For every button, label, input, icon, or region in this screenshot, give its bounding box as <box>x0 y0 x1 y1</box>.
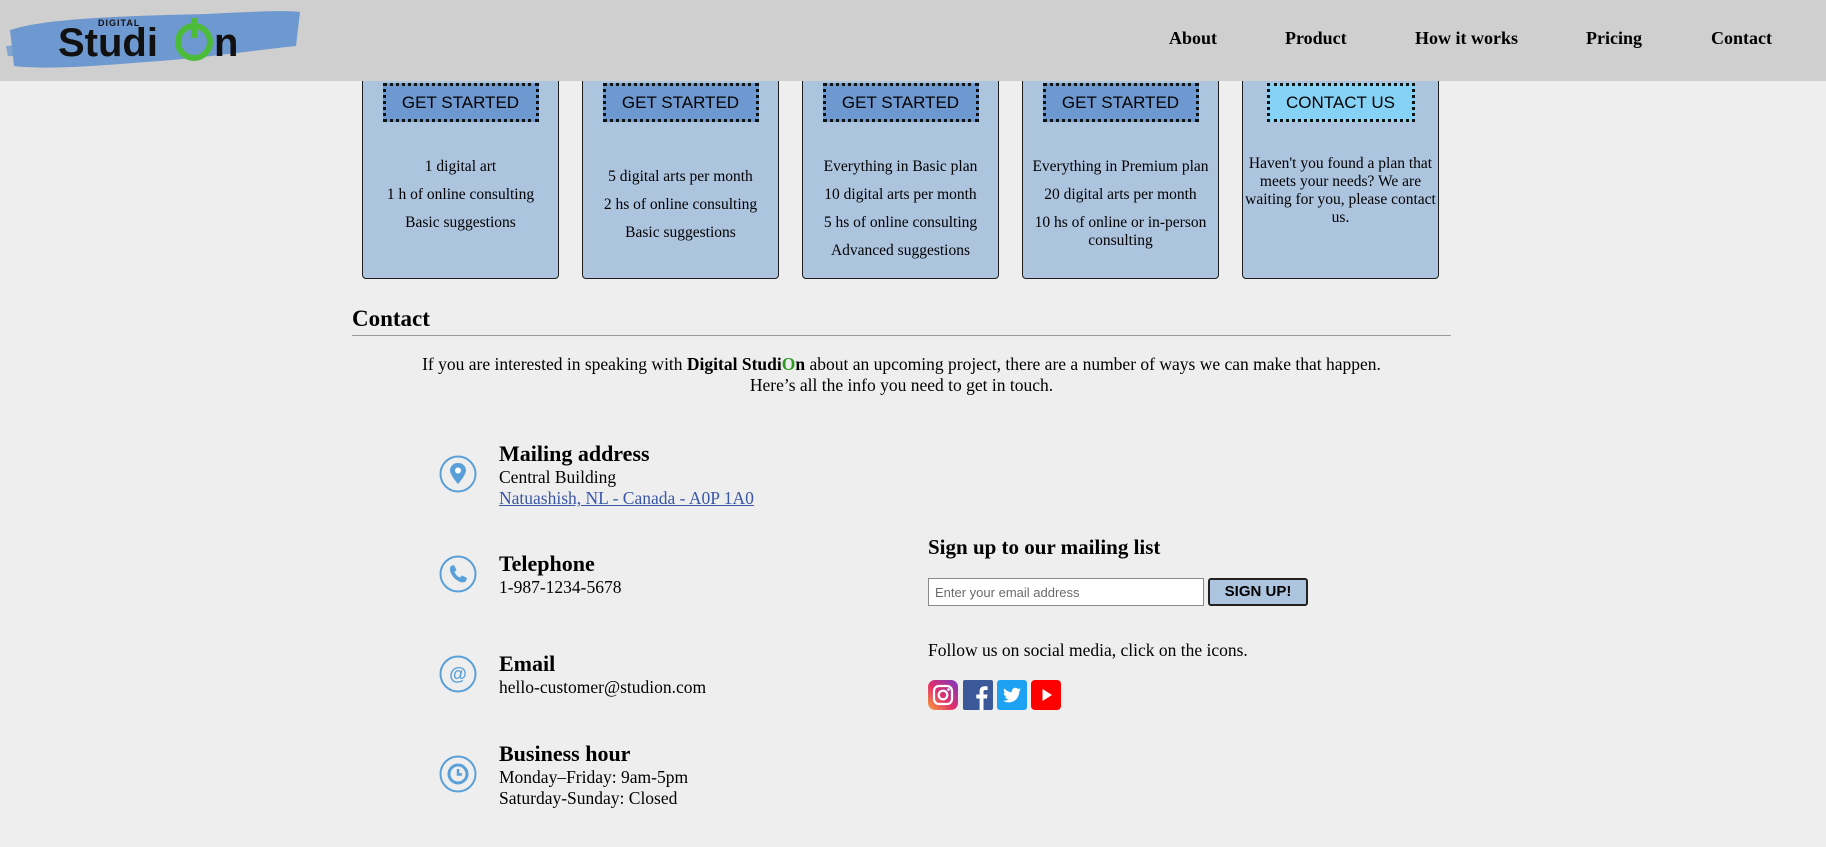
get-started-button[interactable]: GET STARTED <box>382 83 539 122</box>
business-hours-weekend: Saturday-Sunday: Closed <box>499 788 678 808</box>
telephone-heading: Telephone <box>499 551 595 576</box>
at-sign-icon: @ <box>439 655 477 693</box>
telephone-number: 1-987-1234-5678 <box>499 577 622 597</box>
main-nav: About Product How it works Pricing Conta… <box>0 0 1826 81</box>
intro-line-2: Here’s all the info you need to get in t… <box>749 375 1054 395</box>
contact-intro: If you are interested in speaking with D… <box>352 354 1451 396</box>
follow-us-text: Follow us on social media, click on the … <box>928 640 1248 660</box>
brand-o: O <box>781 354 796 374</box>
brand-name-end: n <box>795 354 806 374</box>
section-divider <box>352 335 1451 336</box>
twitter-icon[interactable] <box>997 680 1027 710</box>
nav-contact[interactable]: Contact <box>1711 28 1772 49</box>
phone-icon <box>439 555 477 593</box>
card-features: Everything in Premium plan 20 digital ar… <box>1023 153 1218 250</box>
feature-item: 2 hs of online consulting <box>603 196 758 213</box>
mailing-address-heading: Mailing address <box>499 441 650 466</box>
card-features: Everything in Basic plan 10 digital arts… <box>803 153 998 265</box>
nav-about[interactable]: About <box>1169 28 1217 49</box>
card-features: 1 digital art 1 h of online consulting B… <box>363 153 558 237</box>
get-started-button[interactable]: GET STARTED <box>1042 83 1199 122</box>
feature-item: 20 digital arts per month <box>1044 186 1197 203</box>
pricing-card-premium: GET STARTED Everything in Basic plan 10 … <box>802 60 999 279</box>
facebook-icon[interactable] <box>963 680 993 710</box>
card-note: Haven't you found a plan that meets your… <box>1245 155 1436 226</box>
feature-item: Everything in Premium plan <box>1032 158 1209 175</box>
mailing-address-line: Central Building <box>499 467 617 487</box>
clock-icon <box>439 755 477 793</box>
feature-item: Advanced suggestions <box>830 242 971 259</box>
svg-text:@: @ <box>449 664 467 684</box>
mailing-list-title: Sign up to our mailing list <box>928 535 1161 559</box>
map-pin-icon <box>439 455 477 493</box>
business-hours-weekday: Monday–Friday: 9am-5pm <box>499 767 689 787</box>
intro-text: If you are interested in speaking with <box>422 354 687 374</box>
feature-item: Basic suggestions <box>405 214 516 231</box>
business-hour-heading: Business hour <box>499 741 631 766</box>
email-heading: Email <box>499 651 556 676</box>
address-link[interactable]: Natuashish, NL - Canada - A0P 1A0 <box>499 488 754 509</box>
pricing-card-custom: CONTACT US Haven't you found a plan that… <box>1242 60 1439 279</box>
sign-up-button[interactable]: SIGN UP! <box>1208 578 1308 606</box>
feature-item: 5 digital arts per month <box>608 168 753 185</box>
contact-us-button[interactable]: CONTACT US <box>1266 83 1415 122</box>
get-started-button[interactable]: GET STARTED <box>822 83 979 122</box>
feature-item: 1 h of online consulting <box>386 186 535 203</box>
feature-item: 10 hs of online or in-person consulting <box>1034 214 1207 249</box>
feature-item: 10 digital arts per month <box>824 186 977 203</box>
pricing-card-pro: GET STARTED Everything in Premium plan 2… <box>1022 60 1219 279</box>
email-signup-input[interactable] <box>928 578 1204 606</box>
youtube-icon[interactable] <box>1031 680 1061 710</box>
get-started-button[interactable]: GET STARTED <box>602 83 759 122</box>
nav-pricing[interactable]: Pricing <box>1586 28 1642 49</box>
card-features: 5 digital arts per month 2 hs of online … <box>583 163 778 247</box>
feature-item: Everything in Basic plan <box>823 158 978 175</box>
site-header: DIGITAL Studi n About Product How it wor… <box>0 0 1826 81</box>
brand-name: Digital Studi <box>686 354 782 374</box>
instagram-icon[interactable] <box>928 680 958 710</box>
nav-product[interactable]: Product <box>1285 28 1347 49</box>
pricing-card-standard: GET STARTED 5 digital arts per month 2 h… <box>582 60 779 279</box>
feature-item: 5 hs of online consulting <box>823 214 978 231</box>
intro-text: about an upcoming project, there are a n… <box>805 354 1381 374</box>
pricing-card-basic: GET STARTED 1 digital art 1 h of online … <box>362 60 559 279</box>
nav-how-it-works[interactable]: How it works <box>1415 28 1518 49</box>
contact-title: Contact <box>352 306 430 331</box>
feature-item: Basic suggestions <box>625 224 736 241</box>
feature-item: 1 digital art <box>424 158 497 175</box>
email-address: hello-customer@studion.com <box>499 677 707 697</box>
